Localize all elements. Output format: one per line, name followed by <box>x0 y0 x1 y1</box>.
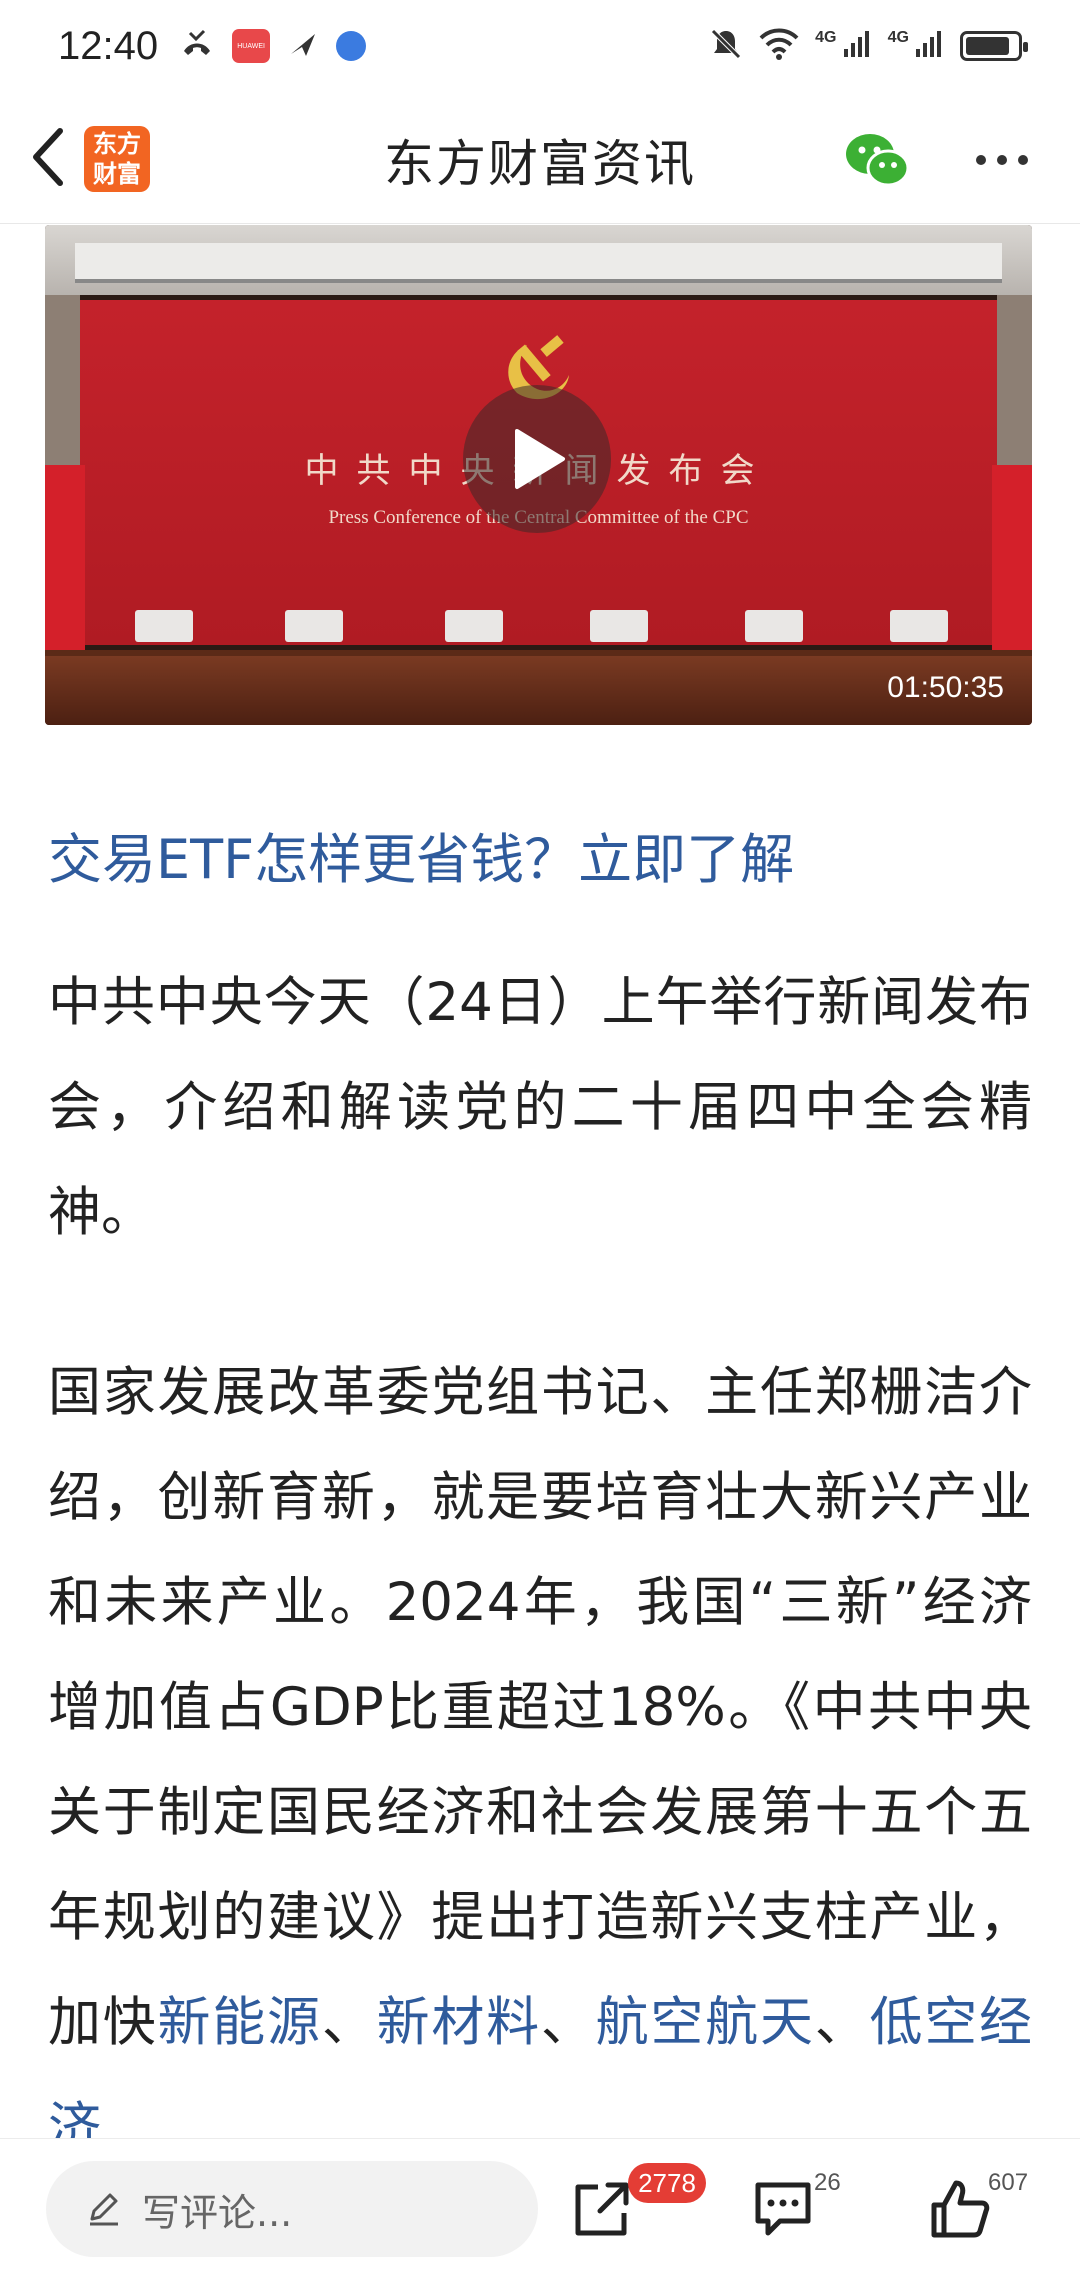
signal-icon-1: 4G <box>815 29 871 63</box>
wifi-icon <box>759 28 799 64</box>
separator: 、 <box>814 1992 870 2053</box>
flag-left <box>45 465 85 655</box>
comment-input[interactable]: 写评论... <box>46 2161 538 2257</box>
page-title: 东方财富资讯 <box>384 135 696 193</box>
status-bar: 12:40 HUAWEI 4G 4G <box>0 0 1080 92</box>
separator: 、 <box>321 1992 377 2053</box>
share-icon <box>575 2182 629 2236</box>
article-paragraph-1: 中共中央今天（24日）上午举行新闻发布会，介绍和解读党的二十届四中全会精神。 <box>48 972 1032 1243</box>
more-button[interactable] <box>972 140 1032 180</box>
video-duration: 01:50:35 <box>887 671 1004 704</box>
comments-button[interactable] <box>752 2177 814 2239</box>
more-dots-icon <box>976 155 986 165</box>
keyword-link[interactable]: 航空航天 <box>596 1992 815 2053</box>
huawei-app-icon: HUAWEI <box>232 29 271 63</box>
flag-right <box>992 465 1032 655</box>
battery-fill <box>966 37 1009 55</box>
article-paragraph-2: 国家发展改革委党组书记、主任郑栅洁介绍，创新育新，就是要培育壮大新兴产业和未来产… <box>48 1340 1032 2180</box>
promo-link[interactable]: 交易ETF怎样更省钱？立即了解 <box>48 815 794 894</box>
separator: 、 <box>540 1992 596 2053</box>
keyword-link[interactable]: 新能源 <box>158 1992 322 2053</box>
keyword-link[interactable]: 新材料 <box>377 1992 541 2053</box>
like-button[interactable] <box>928 2177 992 2241</box>
paragraph-text: 国家发展改革委党组书记、主任郑栅洁介绍，创新育新，就是要培育壮大新兴产业和未来产… <box>48 1362 1032 2053</box>
missed-call-icon <box>180 29 214 63</box>
battery-icon <box>960 31 1028 61</box>
wechat-share-button[interactable] <box>844 130 910 190</box>
pencil-icon <box>90 2193 118 2226</box>
video-player[interactable]: 中共中央新闻发布会 Press Conference of the Centra… <box>45 225 1032 725</box>
video-ceiling <box>45 225 1032 295</box>
comment-count: 26 <box>814 2169 841 2196</box>
bottom-action-bar: 写评论... 2778 26 607 <box>0 2138 1080 2280</box>
comment-placeholder: 写评论... <box>142 2190 293 2235</box>
mute-icon <box>709 27 743 65</box>
app-header: 东方 财富 东方财富资讯 <box>0 92 1080 224</box>
wechat-icon <box>846 134 910 187</box>
video-table <box>45 650 1032 725</box>
play-icon <box>515 429 565 489</box>
comment-icon <box>755 2182 811 2236</box>
play-button[interactable] <box>463 385 611 533</box>
thumbs-up-icon <box>931 2180 990 2238</box>
status-time: 12:40 <box>58 23 159 68</box>
signal-icon-2: 4G <box>888 29 944 63</box>
browser-icon <box>336 31 367 61</box>
share-button[interactable] <box>570 2177 634 2241</box>
like-count: 607 <box>988 2169 1029 2196</box>
share-count-badge: 2778 <box>628 2163 706 2203</box>
send-icon <box>288 29 318 63</box>
